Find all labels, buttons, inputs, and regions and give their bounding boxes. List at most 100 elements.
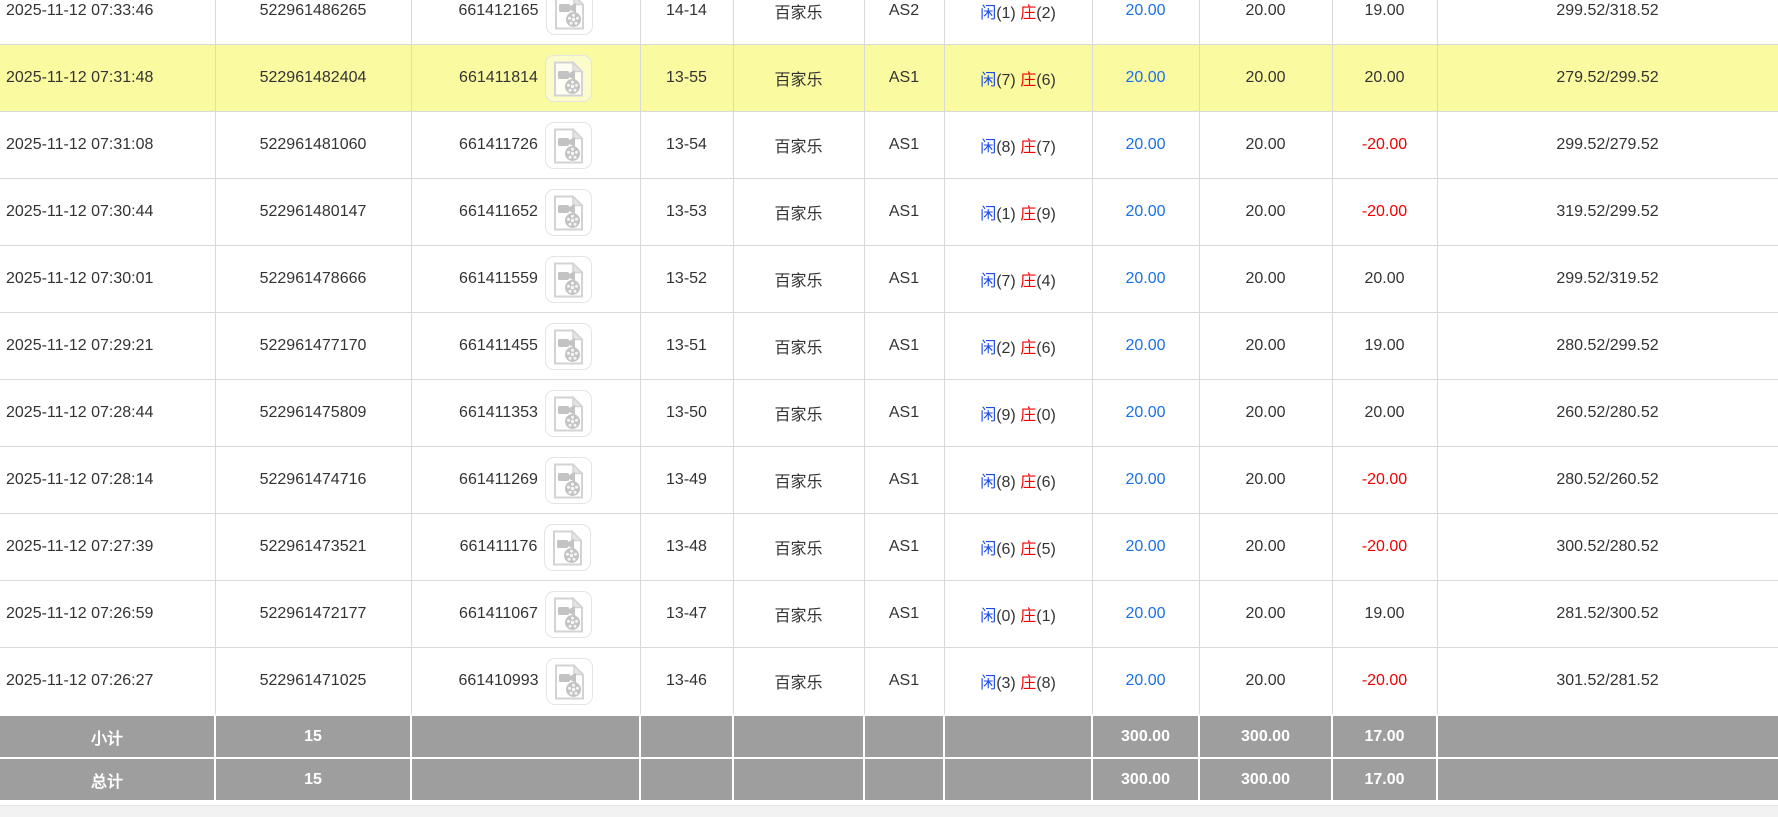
game-type-cell: 百家乐 <box>733 447 864 514</box>
total-winloss: 17.00 <box>1332 758 1437 801</box>
game-type-cell: 百家乐 <box>733 380 864 447</box>
game-no-cell: 661411353 <box>411 380 640 447</box>
video-film-icon <box>553 329 584 365</box>
table-name-cell: AS1 <box>864 581 944 648</box>
empty-cell <box>864 715 944 758</box>
bet-amount-link[interactable]: 20.00 <box>1125 2 1165 19</box>
video-replay-button[interactable] <box>545 55 592 102</box>
winloss-cell: -20.00 <box>1332 648 1437 716</box>
table-row[interactable]: 2025-11-12 07:31:48 522961482404 6614118… <box>0 45 1778 112</box>
player-label: 闲 <box>980 675 996 692</box>
valid-amount-cell: 20.00 <box>1199 514 1332 581</box>
winloss-cell: 19.00 <box>1332 0 1437 45</box>
total-valid-amount: 300.00 <box>1199 758 1332 801</box>
video-film-icon <box>552 530 583 566</box>
video-replay-button[interactable] <box>545 189 592 236</box>
bet-amount-cell: 20.00 <box>1092 246 1199 313</box>
video-film-icon <box>554 664 585 700</box>
game-type-cell: 百家乐 <box>733 0 864 45</box>
round-cell: 13-47 <box>640 581 733 648</box>
bet-amount-link[interactable]: 20.00 <box>1125 538 1165 555</box>
bet-id-cell: 522961478666 <box>215 246 411 313</box>
bet-amount-link[interactable]: 20.00 <box>1125 404 1165 421</box>
banker-label: 庄 <box>1020 139 1036 156</box>
bet-time-cell: 2025-11-12 07:29:21 <box>0 313 215 380</box>
table-row[interactable]: 2025-11-12 07:26:27 522961471025 6614109… <box>0 648 1778 716</box>
round-cell: 13-50 <box>640 380 733 447</box>
bet-amount-link[interactable]: 20.00 <box>1125 136 1165 153</box>
total-row: 总计 15 300.00 300.00 17.00 <box>0 758 1778 801</box>
game-no-cell: 661411269 <box>411 447 640 514</box>
player-label: 闲 <box>980 139 996 156</box>
video-replay-button[interactable] <box>545 457 592 504</box>
banker-count: (0) <box>1036 407 1056 424</box>
bet-amount-link[interactable]: 20.00 <box>1125 69 1165 86</box>
balance-cell: 319.52/299.52 <box>1437 179 1778 246</box>
table-row[interactable]: 2025-11-12 07:30:44 522961480147 6614116… <box>0 179 1778 246</box>
table-row[interactable]: 2025-11-12 07:30:01 522961478666 6614115… <box>0 246 1778 313</box>
video-replay-button[interactable] <box>545 591 592 638</box>
table-name-cell: AS1 <box>864 447 944 514</box>
bet-amount-link[interactable]: 20.00 <box>1125 471 1165 488</box>
video-replay-button[interactable] <box>546 658 593 705</box>
round-cell: 13-54 <box>640 112 733 179</box>
table-row[interactable]: 2025-11-12 07:33:46 522961486265 6614121… <box>0 0 1778 45</box>
result-cell: 闲(8) 庄(7) <box>944 112 1092 179</box>
player-label: 闲 <box>980 206 996 223</box>
video-replay-button[interactable] <box>544 524 591 571</box>
empty-cell <box>944 715 1092 758</box>
bet-amount-cell: 20.00 <box>1092 313 1199 380</box>
table-row[interactable]: 2025-11-12 07:31:08 522961481060 6614117… <box>0 112 1778 179</box>
player-label: 闲 <box>980 608 996 625</box>
bet-amount-link[interactable]: 20.00 <box>1125 337 1165 354</box>
bet-time-cell: 2025-11-12 07:26:27 <box>0 648 215 716</box>
bet-amount-link[interactable]: 20.00 <box>1125 203 1165 220</box>
subtotal-label: 小计 <box>0 715 215 758</box>
game-no: 661411176 <box>460 538 538 556</box>
game-no-cell: 661410993 <box>411 648 640 716</box>
banker-label: 庄 <box>1020 206 1036 223</box>
player-count: (6) <box>996 541 1016 558</box>
bet-amount-link[interactable]: 20.00 <box>1125 605 1165 622</box>
balance-cell: 280.52/299.52 <box>1437 313 1778 380</box>
bet-amount-cell: 20.00 <box>1092 648 1199 716</box>
bet-id-cell: 522961480147 <box>215 179 411 246</box>
table-row[interactable]: 2025-11-12 07:26:59 522961472177 6614110… <box>0 581 1778 648</box>
game-no-cell: 661411067 <box>411 581 640 648</box>
game-no: 661411652 <box>459 203 538 221</box>
valid-amount-cell: 20.00 <box>1199 648 1332 716</box>
subtotal-valid-amount: 300.00 <box>1199 715 1332 758</box>
banker-count: (2) <box>1036 5 1056 22</box>
empty-cell <box>1437 758 1778 801</box>
table-row[interactable]: 2025-11-12 07:27:39 522961473521 6614111… <box>0 514 1778 581</box>
bet-amount-link[interactable]: 20.00 <box>1125 270 1165 287</box>
player-count: (7) <box>996 273 1016 290</box>
banker-count: (9) <box>1036 206 1056 223</box>
player-label: 闲 <box>980 5 996 22</box>
player-label: 闲 <box>980 340 996 357</box>
game-no-cell: 661412165 <box>411 0 640 45</box>
result-cell: 闲(8) 庄(6) <box>944 447 1092 514</box>
game-no-cell: 661411814 <box>411 45 640 112</box>
round-cell: 13-51 <box>640 313 733 380</box>
video-replay-button[interactable] <box>545 390 592 437</box>
total-count: 15 <box>215 758 411 801</box>
video-replay-button[interactable] <box>545 122 592 169</box>
table-row[interactable]: 2025-11-12 07:29:21 522961477170 6614114… <box>0 313 1778 380</box>
video-replay-button[interactable] <box>546 0 593 35</box>
total-label: 总计 <box>0 758 215 801</box>
banker-count: (1) <box>1036 608 1056 625</box>
bet-amount-link[interactable]: 20.00 <box>1125 672 1165 689</box>
player-count: (0) <box>996 608 1016 625</box>
bet-amount-cell: 20.00 <box>1092 112 1199 179</box>
bet-time-cell: 2025-11-12 07:26:59 <box>0 581 215 648</box>
video-replay-button[interactable] <box>545 256 592 303</box>
balance-cell: 280.52/260.52 <box>1437 447 1778 514</box>
player-count: (1) <box>996 206 1016 223</box>
banker-count: (8) <box>1036 675 1056 692</box>
table-row[interactable]: 2025-11-12 07:28:14 522961474716 6614112… <box>0 447 1778 514</box>
table-row[interactable]: 2025-11-12 07:28:44 522961475809 6614113… <box>0 380 1778 447</box>
video-replay-button[interactable] <box>545 323 592 370</box>
bet-id-cell: 522961472177 <box>215 581 411 648</box>
player-label: 闲 <box>980 474 996 491</box>
